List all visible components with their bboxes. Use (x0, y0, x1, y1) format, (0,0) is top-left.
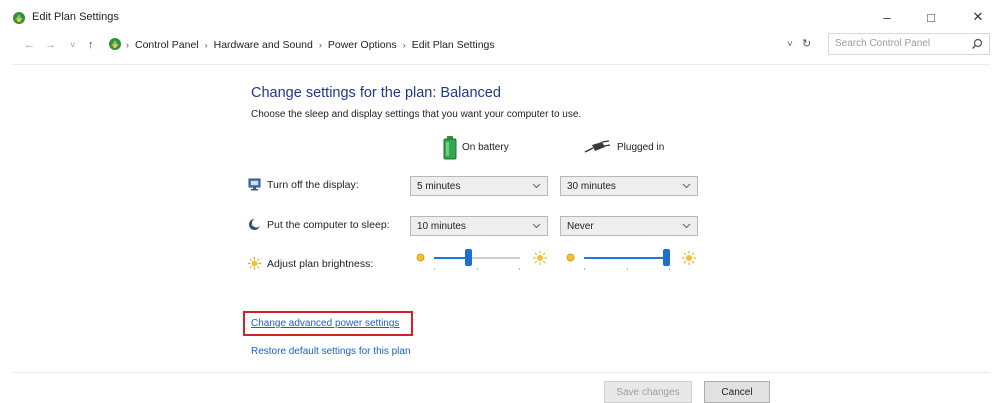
close-button[interactable]: ✕ (962, 6, 994, 28)
address-divider (12, 64, 990, 65)
power-plug-icon (584, 140, 611, 153)
refresh-button[interactable]: ↻ (802, 37, 811, 51)
breadcrumb-separator: › (318, 40, 322, 50)
back-button[interactable]: ← (24, 38, 35, 52)
brightness-high-icon (682, 251, 696, 265)
select-value: 10 minutes (417, 220, 466, 232)
brightness-plugged-slider[interactable] (584, 248, 670, 270)
column-header-on-battery: On battery (462, 142, 509, 153)
brightness-battery-slider[interactable] (434, 248, 520, 270)
slider-tick (584, 268, 585, 270)
display-battery-select[interactable]: 5 minutes (410, 176, 548, 196)
maximize-button[interactable]: □ (915, 6, 947, 28)
select-value: 5 minutes (417, 180, 461, 192)
window-title: Edit Plan Settings (32, 11, 119, 23)
page-title: Change settings for the plan: Balanced (251, 85, 501, 101)
up-button[interactable]: ↑ (88, 38, 94, 52)
breadcrumb-item-power-options[interactable]: Power Options (328, 39, 397, 51)
search-input[interactable] (835, 38, 965, 49)
breadcrumb: › Control Panel › Hardware and Sound › Power … (126, 38, 495, 52)
breadcrumb-separator: › (126, 40, 129, 50)
control-panel-icon (109, 38, 121, 50)
slider-fill (584, 257, 666, 259)
sleep-battery-select[interactable]: 10 minutes (410, 216, 548, 236)
row-label-adjust-brightness: Adjust plan brightness: (267, 258, 374, 270)
display-plugged-select[interactable]: 30 minutes (560, 176, 698, 196)
save-changes-button[interactable]: Save changes (604, 381, 692, 403)
brightness-low-icon (566, 253, 575, 262)
chevron-down-icon (682, 183, 691, 189)
chevron-down-icon (532, 223, 541, 229)
row-label-turn-off-display: Turn off the display: (267, 179, 359, 191)
slider-thumb[interactable] (663, 249, 670, 266)
address-dropdown-button[interactable]: ˅ (787, 38, 793, 52)
search-icon[interactable] (971, 38, 983, 50)
slider-tick (627, 268, 628, 270)
minimize-icon: – (883, 9, 891, 25)
forward-button[interactable]: → (45, 38, 56, 52)
recent-locations-button[interactable]: ˅ (70, 38, 75, 52)
page-subtitle: Choose the sleep and display settings th… (251, 109, 582, 120)
slider-tick (519, 268, 520, 270)
footer-divider (12, 372, 990, 373)
breadcrumb-item-control-panel[interactable]: Control Panel (135, 39, 199, 51)
select-value: 30 minutes (567, 180, 616, 192)
chevron-down-icon (682, 223, 691, 229)
breadcrumb-item-edit-plan-settings[interactable]: Edit Plan Settings (412, 39, 495, 51)
brightness-low-icon (416, 253, 425, 262)
breadcrumb-separator: › (204, 40, 208, 50)
cancel-button[interactable]: Cancel (704, 381, 770, 403)
sleep-moon-icon (249, 218, 261, 230)
chevron-down-icon (532, 183, 541, 189)
slider-fill (434, 257, 468, 259)
minimize-button[interactable]: – (871, 6, 903, 28)
slider-tick (477, 268, 478, 270)
sleep-plugged-select[interactable]: Never (560, 216, 698, 236)
control-panel-icon (13, 12, 25, 24)
restore-default-settings-link[interactable]: Restore default settings for this plan (251, 345, 411, 359)
battery-icon (443, 136, 457, 160)
breadcrumb-item-hardware-and-sound[interactable]: Hardware and Sound (214, 39, 313, 51)
slider-tick (669, 268, 670, 270)
column-header-plugged-in: Plugged in (617, 142, 665, 153)
change-advanced-power-settings-link[interactable]: Change advanced power settings (251, 317, 399, 331)
search-box (828, 33, 990, 55)
title-bar: Edit Plan Settings – □ ✕ (0, 0, 1002, 34)
row-label-computer-sleep: Put the computer to sleep: (267, 219, 390, 231)
select-value: Never (567, 220, 594, 232)
display-icon (248, 178, 261, 191)
slider-tick (434, 268, 435, 270)
brightness-high-icon (533, 251, 547, 265)
breadcrumb-separator: › (402, 40, 406, 50)
slider-thumb[interactable] (465, 249, 472, 266)
close-icon: ✕ (972, 9, 984, 24)
brightness-sun-icon (248, 257, 261, 270)
maximize-icon: □ (927, 9, 935, 25)
